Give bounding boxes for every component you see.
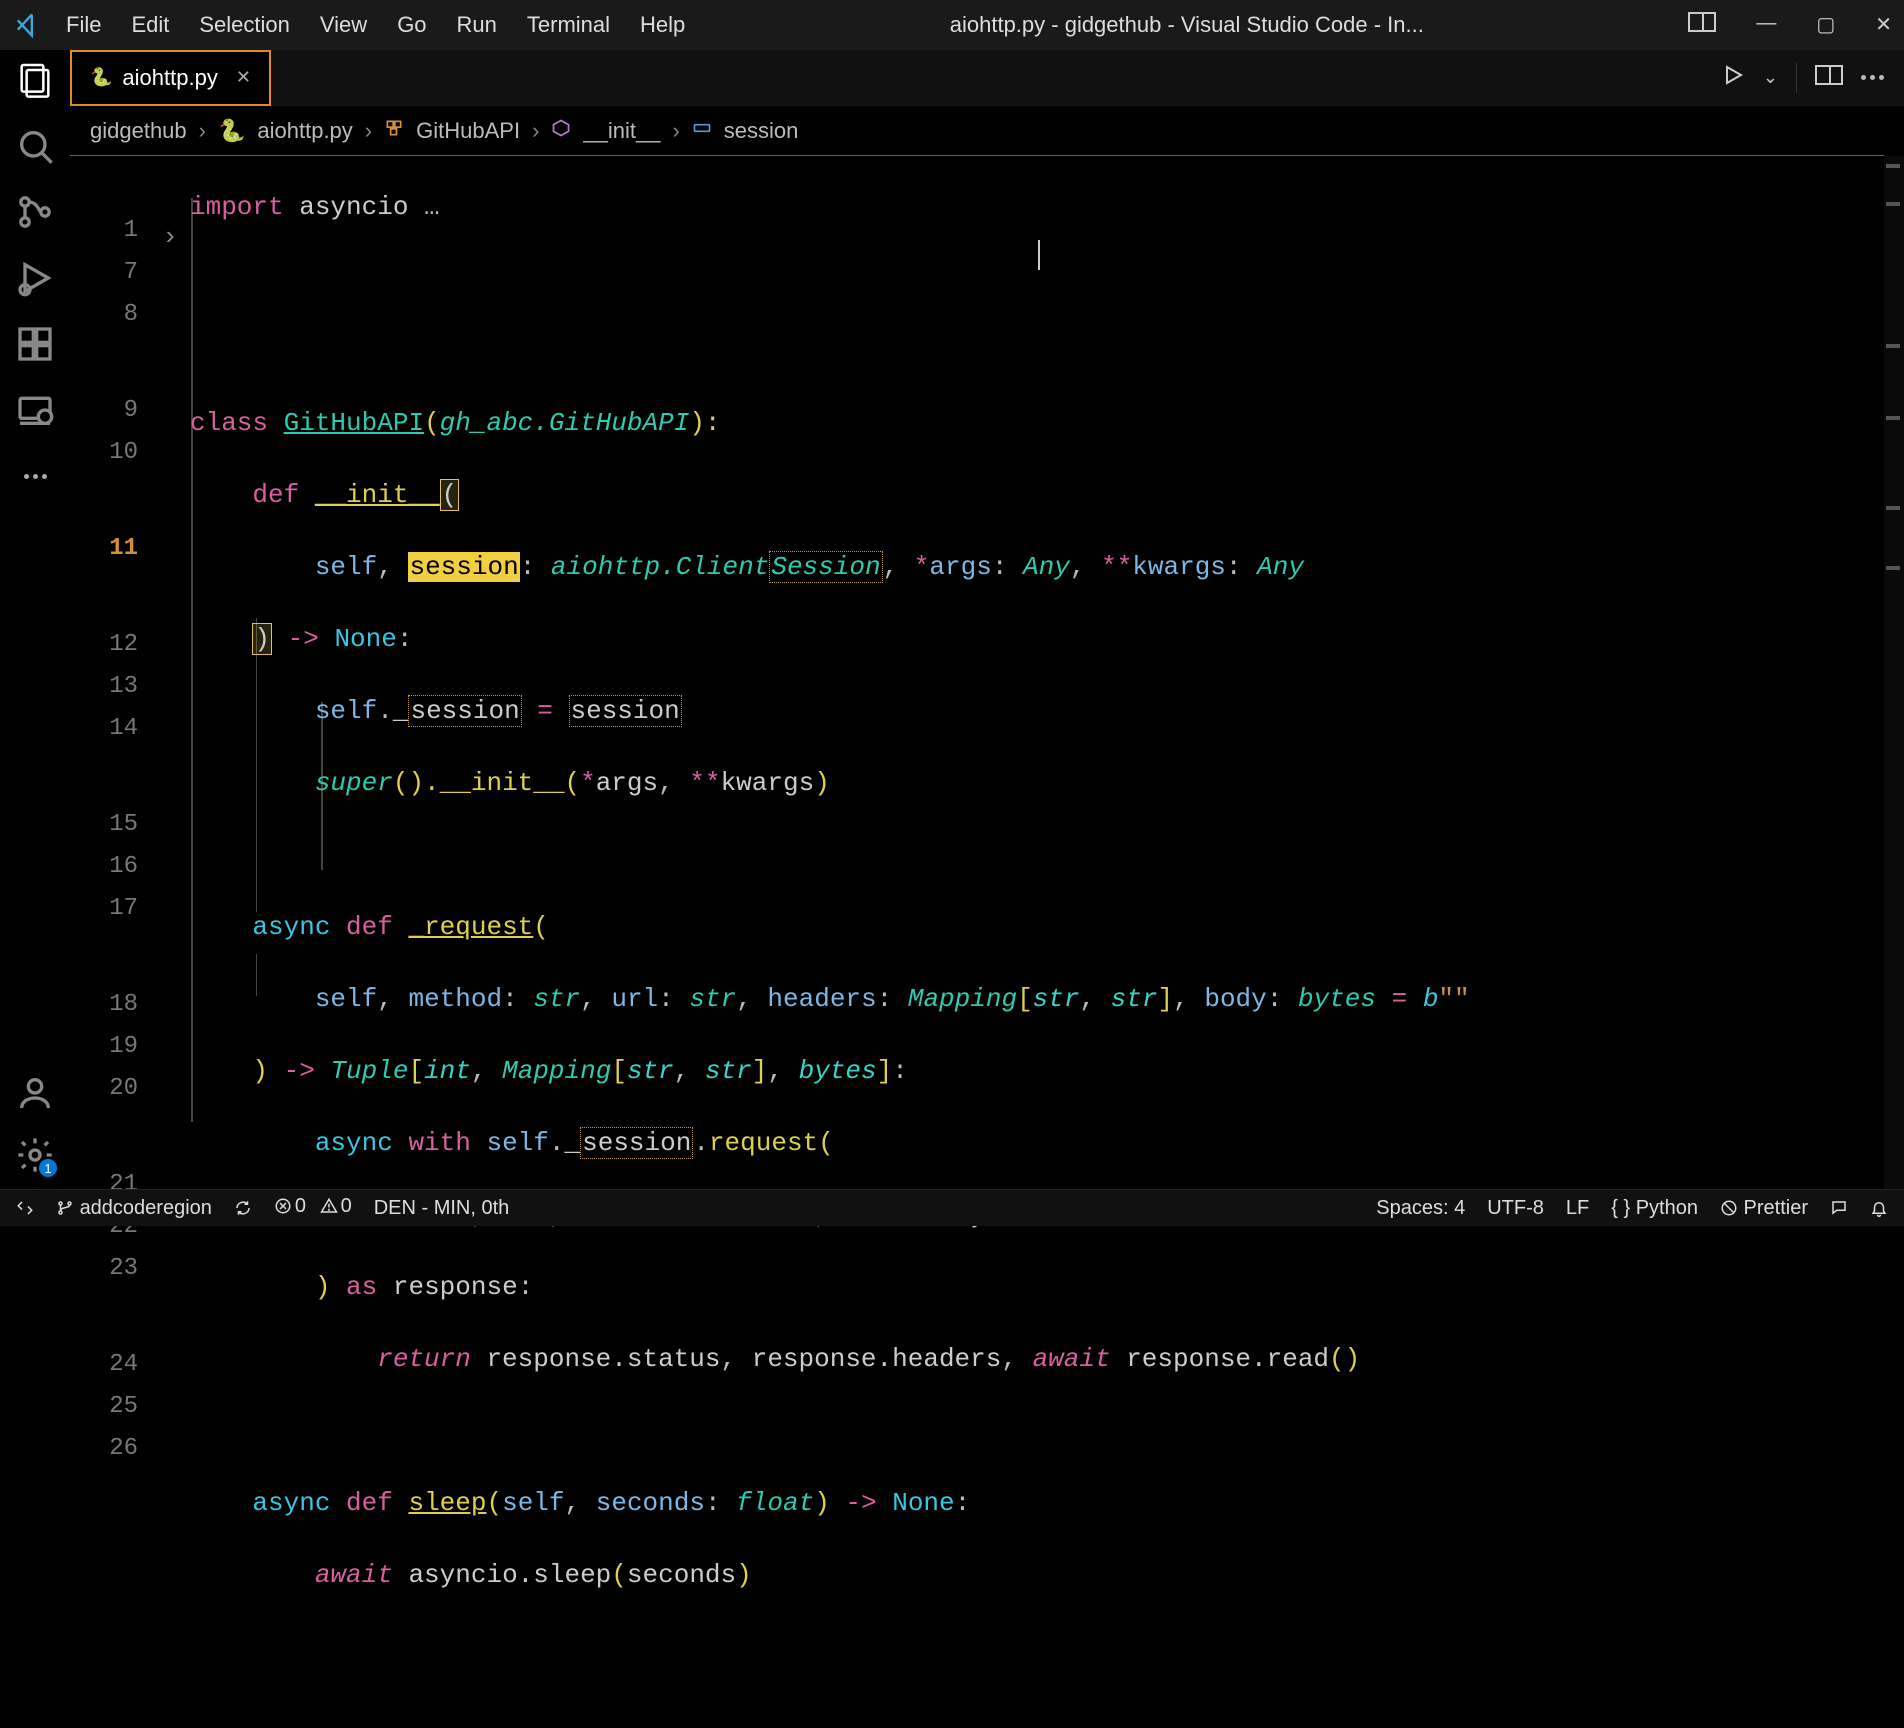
run-file-icon[interactable]: [1721, 63, 1745, 92]
code-editor[interactable]: 178 910 11 121314 151617 181920 212223 2…: [70, 156, 1884, 1189]
minimize-button[interactable]: —: [1756, 12, 1776, 38]
explorer-icon[interactable]: [15, 60, 55, 100]
title-bar: File Edit Selection View Go Run Terminal…: [0, 0, 1904, 50]
extensions-icon[interactable]: [15, 324, 55, 364]
git-branch[interactable]: addcoderegion: [56, 1197, 212, 1220]
remote-indicator[interactable]: [16, 1197, 34, 1220]
menu-file[interactable]: File: [66, 12, 101, 38]
line-number-gutter[interactable]: 178 910 11 121314 151617 181920 212223 2…: [70, 156, 150, 1189]
editor-mode[interactable]: DEN - MIN, 0th: [374, 1197, 510, 1220]
breadcrumb-method[interactable]: __init__: [583, 118, 660, 144]
problems-indicator[interactable]: 0 0: [274, 1195, 352, 1222]
chevron-right-icon: ›: [532, 118, 539, 144]
breadcrumb-file[interactable]: aiohttp.py: [257, 118, 352, 144]
close-tab-icon[interactable]: ✕: [236, 67, 251, 88]
menu-help[interactable]: Help: [640, 12, 685, 38]
overview-ruler[interactable]: [1884, 156, 1904, 1189]
indentation-status[interactable]: Spaces: 4: [1376, 1197, 1465, 1220]
code-content[interactable]: import asyncio … class GitHubAPI(gh_abc.…: [190, 156, 1862, 1728]
menu-selection[interactable]: Selection: [199, 12, 290, 38]
python-file-icon: 🐍: [218, 118, 245, 144]
close-window-button[interactable]: ✕: [1875, 12, 1892, 38]
tab-aiohttp[interactable]: 🐍 aiohttp.py ✕: [70, 50, 271, 106]
search-icon[interactable]: [15, 126, 55, 166]
editor-tabs: 🐍 aiohttp.py ✕ ⌄: [70, 50, 1904, 106]
method-symbol-icon: [551, 118, 571, 144]
menu-view[interactable]: View: [320, 12, 367, 38]
activity-bar: [0, 50, 70, 1189]
editor-actions: ⌄: [1721, 63, 1904, 93]
status-bar: addcoderegion 0 0 DEN - MIN, 0th Spaces:…: [0, 1189, 1904, 1226]
chevron-right-icon: ›: [672, 118, 679, 144]
split-editor-icon[interactable]: [1815, 65, 1843, 90]
chevron-right-icon: ›: [365, 118, 372, 144]
main-menu: File Edit Selection View Go Run Terminal…: [66, 12, 685, 38]
feedback-icon[interactable]: [1830, 1197, 1848, 1220]
vscode-logo-icon: [12, 11, 40, 39]
prettier-status[interactable]: Prettier: [1720, 1197, 1808, 1220]
sync-icon[interactable]: [234, 1197, 252, 1220]
eol-status[interactable]: LF: [1566, 1197, 1589, 1220]
more-actions-icon[interactable]: [1861, 75, 1884, 80]
remote-explorer-icon[interactable]: [15, 390, 55, 430]
menu-go[interactable]: Go: [397, 12, 426, 38]
accounts-icon[interactable]: [15, 1073, 55, 1113]
layout-toggle-icon[interactable]: [1688, 12, 1716, 38]
menu-terminal[interactable]: Terminal: [527, 12, 610, 38]
source-control-icon[interactable]: [15, 192, 55, 232]
breadcrumb-class[interactable]: GitHubAPI: [416, 118, 520, 144]
encoding-status[interactable]: UTF-8: [1487, 1197, 1544, 1220]
fold-collapsed-icon[interactable]: ›: [150, 216, 190, 258]
menu-run[interactable]: Run: [457, 12, 497, 38]
settings-gear-icon[interactable]: [15, 1135, 55, 1175]
class-symbol-icon: [384, 118, 404, 144]
menu-edit[interactable]: Edit: [131, 12, 169, 38]
chevron-right-icon: ›: [199, 118, 206, 144]
tab-label: aiohttp.py: [122, 65, 217, 91]
variable-symbol-icon: [692, 118, 712, 144]
overflow-icon[interactable]: [15, 456, 55, 496]
maximize-button[interactable]: ▢: [1816, 12, 1835, 38]
language-mode[interactable]: { } Python: [1611, 1197, 1698, 1220]
folding-column[interactable]: ›: [150, 156, 190, 318]
breadcrumb-variable[interactable]: session: [724, 118, 799, 144]
breadcrumb-folder[interactable]: gidgethub: [90, 118, 187, 144]
separator: [1796, 63, 1797, 93]
breadcrumb[interactable]: gidgethub › 🐍 aiohttp.py › GitHubAPI › _…: [70, 106, 1884, 156]
python-file-icon: 🐍: [90, 67, 112, 88]
run-dropdown-icon[interactable]: ⌄: [1763, 67, 1778, 88]
notifications-icon[interactable]: [1870, 1197, 1888, 1220]
run-debug-icon[interactable]: [15, 258, 55, 298]
window-title: aiohttp.py - gidgethub - Visual Studio C…: [711, 12, 1662, 38]
